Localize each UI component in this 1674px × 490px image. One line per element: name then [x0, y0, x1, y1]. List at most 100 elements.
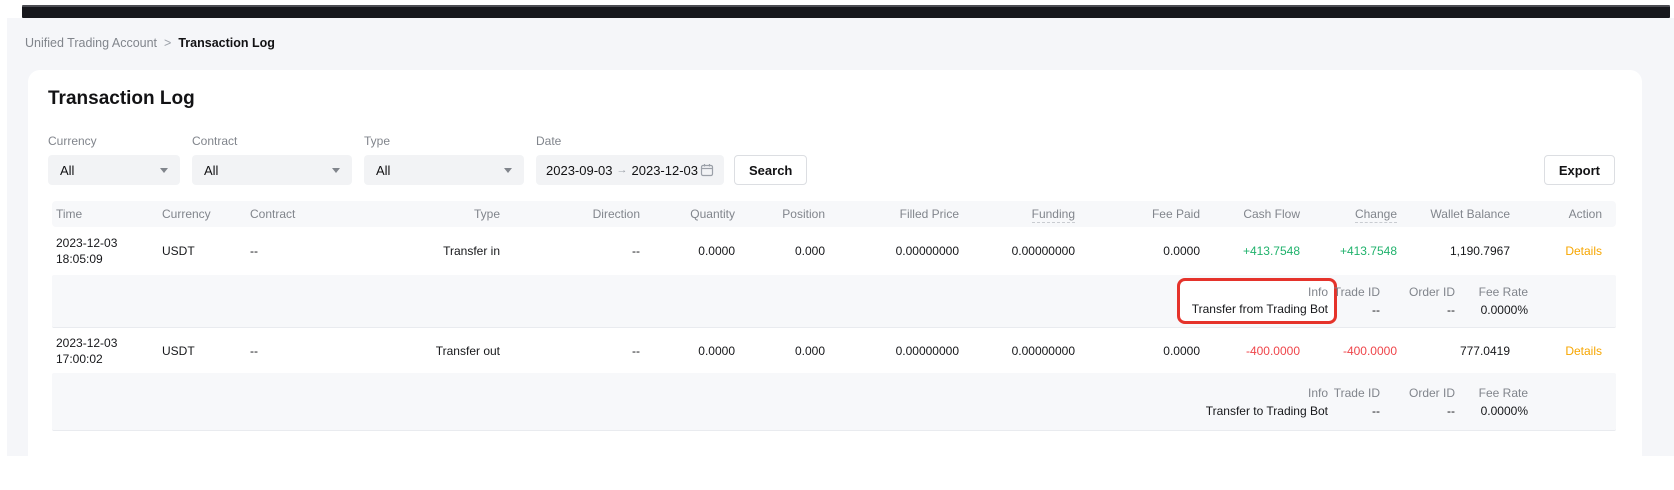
details-link[interactable]: Details [1565, 244, 1602, 258]
funding-tooltip-label: Funding [1032, 207, 1075, 223]
detail-order-id-label: Order ID [1409, 386, 1455, 400]
detail-trade-id-column: Trade ID -- [1328, 386, 1380, 418]
contract-filter-label: Contract [192, 134, 364, 148]
detail-info-label: Info [1308, 386, 1328, 400]
filter-bar: Currency All Contract All Type All [48, 134, 1615, 185]
row-details-panel: Info Transfer to Trading Bot Trade ID --… [52, 373, 1616, 431]
detail-fee-rate-value: 0.0000% [1481, 303, 1528, 317]
date-range-input[interactable]: 2023-09-03 → 2023-12-03 [536, 155, 724, 185]
date-start-value[interactable]: 2023-09-03 [546, 163, 613, 178]
cell-cash-flow: +413.7548 [1200, 244, 1300, 258]
type-filter-label: Type [364, 134, 536, 148]
transaction-table: Time Currency Contract Type Direction Qu… [52, 201, 1616, 431]
table-header-row: Time Currency Contract Type Direction Qu… [52, 201, 1616, 227]
chevron-down-icon [160, 168, 168, 173]
cell-quantity: 0.0000 [640, 244, 735, 258]
currency-dropdown[interactable]: All [48, 155, 180, 185]
table-row: 2023-12-03 17:00:02 USDT -- Transfer out… [52, 328, 1616, 373]
table-row: 2023-12-03 18:05:09 USDT -- Transfer in … [52, 227, 1616, 275]
page-title: Transaction Log [48, 88, 1642, 110]
currency-dropdown-value: All [60, 163, 74, 178]
breadcrumb-current: Transaction Log [178, 36, 275, 50]
cell-direction: -- [500, 244, 640, 258]
type-dropdown-value: All [376, 163, 390, 178]
detail-info-value: Transfer from Trading Bot [1192, 302, 1328, 316]
change-tooltip-label: Change [1355, 207, 1397, 223]
cell-change: +413.7548 [1300, 244, 1397, 258]
cell-funding: 0.00000000 [959, 344, 1075, 358]
detail-fee-rate-label: Fee Rate [1479, 386, 1528, 400]
cell-position: 0.000 [735, 344, 825, 358]
search-button[interactable]: Search [734, 155, 807, 185]
breadcrumb-parent-link[interactable]: Unified Trading Account [25, 36, 157, 50]
red-annotation-box: Info Transfer from Trading Bot [1177, 278, 1337, 324]
detail-info-value: Transfer to Trading Bot [1206, 404, 1328, 418]
detail-order-id-column: Order ID -- [1380, 285, 1455, 317]
currency-filter-label: Currency [48, 134, 192, 148]
col-header-change: Change [1300, 207, 1397, 221]
contract-dropdown-value: All [204, 163, 218, 178]
detail-trade-id-column: Trade ID -- [1328, 285, 1380, 317]
detail-trade-id-label: Trade ID [1334, 386, 1380, 400]
chevron-down-icon [504, 168, 512, 173]
detail-trade-id-value: -- [1372, 303, 1380, 317]
contract-filter-group: Contract All [192, 134, 364, 185]
cell-contract: -- [250, 244, 350, 258]
cell-time-clock: 18:05:09 [56, 251, 162, 267]
col-header-fee-paid: Fee Paid [1075, 207, 1200, 221]
calendar-icon[interactable] [700, 163, 714, 177]
contract-dropdown[interactable]: All [192, 155, 352, 185]
detail-order-id-label: Order ID [1409, 285, 1455, 299]
date-filter-label: Date [536, 134, 734, 148]
detail-order-id-value: -- [1447, 303, 1455, 317]
detail-fee-rate-column: Fee Rate 0.0000% [1455, 285, 1528, 317]
detail-info-column: Info Transfer to Trading Bot [928, 386, 1328, 418]
col-header-funding: Funding [959, 207, 1075, 221]
col-header-direction: Direction [500, 207, 640, 221]
col-header-type: Type [350, 207, 500, 221]
transaction-log-card: Transaction Log Currency All Contract Al… [28, 70, 1642, 490]
col-header-quantity: Quantity [640, 207, 735, 221]
cell-currency: USDT [162, 244, 250, 258]
cell-cash-flow: -400.0000 [1200, 344, 1300, 358]
col-header-filled-price: Filled Price [825, 207, 959, 221]
col-header-position: Position [735, 207, 825, 221]
cell-funding: 0.00000000 [959, 244, 1075, 258]
cell-filled-price: 0.00000000 [825, 344, 959, 358]
type-dropdown[interactable]: All [364, 155, 524, 185]
cell-time-date: 2023-12-03 [56, 235, 162, 251]
date-end-value[interactable]: 2023-12-03 [632, 163, 699, 178]
page-background: Unified Trading Account>Transaction Log … [7, 18, 1674, 456]
col-header-wallet-balance: Wallet Balance [1397, 207, 1510, 221]
detail-order-id-value: -- [1447, 404, 1455, 418]
row-details-panel: Info Transfer from Trading Bot Trade ID … [52, 275, 1616, 328]
cell-time-date: 2023-12-03 [56, 335, 162, 351]
detail-trade-id-value: -- [1372, 404, 1380, 418]
cell-wallet-balance: 1,190.7967 [1397, 244, 1510, 258]
detail-fee-rate-value: 0.0000% [1481, 404, 1528, 418]
cell-change: -400.0000 [1300, 344, 1397, 358]
detail-trade-id-label: Trade ID [1334, 285, 1380, 299]
col-header-cash-flow: Cash Flow [1200, 207, 1300, 221]
currency-filter-group: Currency All [48, 134, 192, 185]
col-header-contract: Contract [250, 207, 350, 221]
cell-wallet-balance: 777.0419 [1397, 344, 1510, 358]
export-button[interactable]: Export [1544, 155, 1615, 185]
cell-direction: -- [500, 344, 640, 358]
cell-type: Transfer out [350, 344, 500, 358]
cell-time-clock: 17:00:02 [56, 351, 162, 367]
date-range-arrow: → [617, 164, 628, 176]
col-header-time: Time [52, 207, 162, 221]
cell-filled-price: 0.00000000 [825, 244, 959, 258]
detail-info-label: Info [1308, 285, 1328, 299]
details-link[interactable]: Details [1565, 344, 1602, 358]
col-header-action: Action [1510, 207, 1616, 221]
detail-fee-rate-column: Fee Rate 0.0000% [1455, 386, 1528, 418]
cell-contract: -- [250, 344, 350, 358]
cell-type: Transfer in [350, 244, 500, 258]
detail-order-id-column: Order ID -- [1380, 386, 1455, 418]
top-nav-bar [22, 5, 1670, 18]
cell-quantity: 0.0000 [640, 344, 735, 358]
breadcrumb-separator: > [164, 36, 171, 50]
breadcrumb: Unified Trading Account > Transaction Log [25, 36, 275, 50]
